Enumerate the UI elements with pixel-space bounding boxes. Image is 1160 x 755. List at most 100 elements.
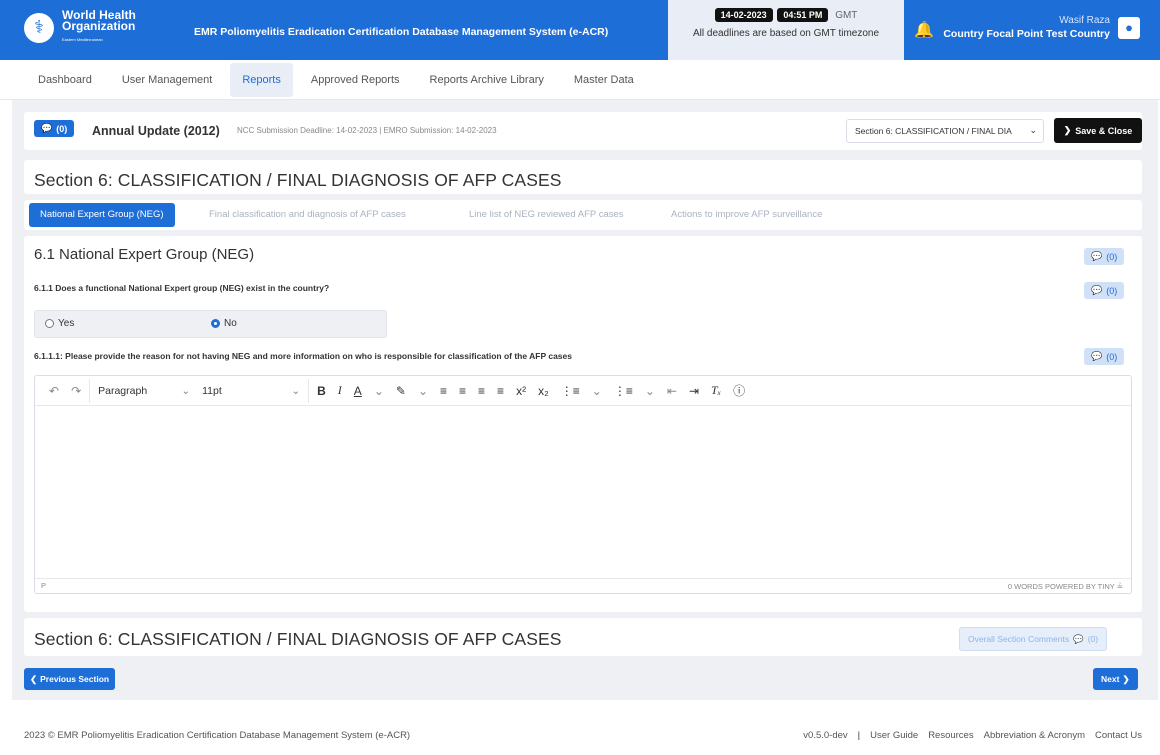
q2-comments-button[interactable]: 💬 (0) [1084,348,1125,365]
subsection-comments-button[interactable]: 💬 (0) [1084,248,1125,265]
superscript-icon[interactable]: x² [510,379,532,403]
bold-icon[interactable]: B [311,379,332,403]
radio-checked-icon [211,319,220,328]
editor-toolbar: ↶ ↷ Paragraph ⌄ 11pt ⌄ B I A ⌄ ✎ ⌄ ≡ ≡ ≡… [35,376,1131,406]
chevron-down-icon[interactable]: ⌄ [412,379,434,403]
chevron-down-icon[interactable]: ⌄ [368,379,390,403]
nav-master-data[interactable]: Master Data [562,60,646,99]
save-close-label: Save & Close [1075,125,1133,136]
q2-comment-count: (0) [1106,351,1118,362]
section-select[interactable]: Section 6: CLASSIFICATION / FINAL DIA ⌄ [846,119,1044,143]
font-size-value: 11pt [202,384,222,397]
link-resources[interactable]: Resources [928,730,973,741]
page-footer: 2023 © EMR Poliomyelitis Eradication Cer… [0,722,1160,750]
clock-panel: 14-02-2023 04:51 PM GMT All deadlines ar… [668,0,904,60]
subscript-icon[interactable]: x₂ [532,379,555,403]
toolbar-divider [308,378,310,403]
current-date: 14-02-2023 [714,8,773,22]
outdent-icon[interactable]: ⇤ [661,379,683,403]
report-comments-button[interactable]: 💬 (0) [34,120,75,137]
radio-no-label: No [224,318,237,329]
redo-icon[interactable]: ↷ [65,379,87,403]
chevron-right-icon: ❯ [1122,673,1130,684]
align-right-icon[interactable]: ≡ [472,379,491,403]
save-close-button[interactable]: ❯ Save & Close [1054,118,1142,143]
user-name: Wasif Raza [1059,15,1110,26]
comments-icon: 💬 [1091,251,1103,261]
q1-comments-button[interactable]: 💬 (0) [1084,282,1125,299]
copyright: 2023 © EMR Poliomyelitis Eradication Cer… [24,730,411,741]
tab-final-classification[interactable]: Final classification and diagnosis of AF… [198,203,417,227]
tab-neg[interactable]: National Expert Group (NEG) [29,203,175,227]
subsection-title: 6.1 National Expert Group (NEG) [34,246,255,263]
block-format-select[interactable]: Paragraph ⌄ [92,379,196,403]
comments-icon: 💬 [41,123,53,133]
tab-actions[interactable]: Actions to improve AFP surveillance [660,203,833,227]
toolbar-divider [89,378,91,403]
undo-icon[interactable]: ↶ [43,379,65,403]
indent-icon[interactable]: ⇥ [683,379,705,403]
timezone-label: GMT [835,10,858,21]
align-justify-icon[interactable]: ≡ [491,379,510,403]
comments-icon: 💬 [1073,633,1084,644]
user-menu[interactable]: Wasif Raza Country Focal Point Test Coun… [943,15,1140,40]
italic-icon[interactable]: I [332,379,348,403]
top-header: ⚕ World Health Organization Eastern Medi… [0,0,1160,60]
version: v0.5.0-dev [803,730,848,741]
who-emblem-icon: ⚕ [24,12,54,43]
editor-path: P [41,581,47,590]
block-format-value: Paragraph [98,384,148,397]
avatar-icon[interactable]: ● [1118,16,1140,39]
nav-reports-archive-library[interactable]: Reports Archive Library [418,60,556,99]
nav-reports[interactable]: Reports [230,63,293,97]
nav-dashboard[interactable]: Dashboard [26,60,104,99]
section-header-card: Section 6: CLASSIFICATION / FINAL DIAGNO… [24,160,1142,194]
link-abbreviation-acronym[interactable]: Abbreviation & Acronym [984,730,1085,741]
bell-icon[interactable]: 🔔 [914,20,934,40]
overall-comment-count: (0) [1087,634,1099,644]
section-footer-title: Section 6: CLASSIFICATION / FINAL DIAGNO… [34,629,562,649]
chevron-right-icon: ❯ [1063,125,1072,135]
radio-no[interactable]: No [211,318,237,329]
numbered-list-icon[interactable]: ⋮≡ [608,379,639,403]
subsection-comment-count: (0) [1106,251,1118,262]
section-title: Section 6: CLASSIFICATION / FINAL DIAGNO… [34,170,562,190]
align-left-icon[interactable]: ≡ [434,379,453,403]
overall-section-comments-button[interactable]: Overall Section Comments 💬 (0) [959,627,1108,651]
highlight-color-icon[interactable]: ✎ [390,379,412,403]
org-region: Eastern Mediterranean [62,37,103,42]
who-logo[interactable]: ⚕ World Health Organization Eastern Medi… [24,9,136,45]
chevron-down-icon[interactable]: ⌄ [639,379,661,403]
resize-handle-icon[interactable]: ≟ [1117,582,1123,591]
section-tabs: National Expert Group (NEG) Final classi… [24,200,1142,230]
radio-yes-label: Yes [58,318,75,329]
user-role: Country Focal Point Test Country [943,28,1110,40]
nav-approved-reports[interactable]: Approved Reports [299,60,412,99]
link-contact-us[interactable]: Contact Us [1095,730,1142,741]
app-title: EMR Poliomyelitis Eradication Certificat… [194,26,609,38]
nav-user-management[interactable]: User Management [110,60,225,99]
text-color-icon[interactable]: A [348,379,368,403]
tab-line-list[interactable]: Line list of NEG reviewed AFP cases [458,203,635,227]
font-size-select[interactable]: 11pt ⌄ [196,379,306,403]
align-center-icon[interactable]: ≡ [453,379,472,403]
link-user-guide[interactable]: User Guide [870,730,918,741]
next-button[interactable]: Next ❯ [1093,668,1138,690]
powered-by-tiny[interactable]: POWERED BY TINY [1045,582,1115,591]
bullet-list-icon[interactable]: ⋮≡ [555,379,586,403]
chevron-down-icon: ⌄ [291,384,301,397]
radio-unchecked-icon [45,319,54,328]
chevron-down-icon[interactable]: ⌄ [586,379,608,403]
editor-content-area[interactable] [35,406,1131,578]
radio-yes[interactable]: Yes [45,318,74,329]
previous-section-button[interactable]: ❮ Previous Section [24,668,116,690]
editor-statusbar: P 0 WORDS POWERED BY TINY ≟ [35,578,1131,593]
question-6-1-1-1: 6.1.1.1: Please provide the reason for n… [34,351,572,361]
clear-formatting-icon[interactable]: Tₓ [705,379,727,403]
main-nav: Dashboard User Management Reports Approv… [0,60,1160,100]
org-name-line2: Organization [62,19,136,33]
footer-separator: | [857,730,861,741]
comments-icon: 💬 [1091,285,1103,295]
rich-text-editor: ↶ ↷ Paragraph ⌄ 11pt ⌄ B I A ⌄ ✎ ⌄ ≡ ≡ ≡… [34,375,1132,594]
help-icon[interactable]: ⓘ [727,379,751,403]
